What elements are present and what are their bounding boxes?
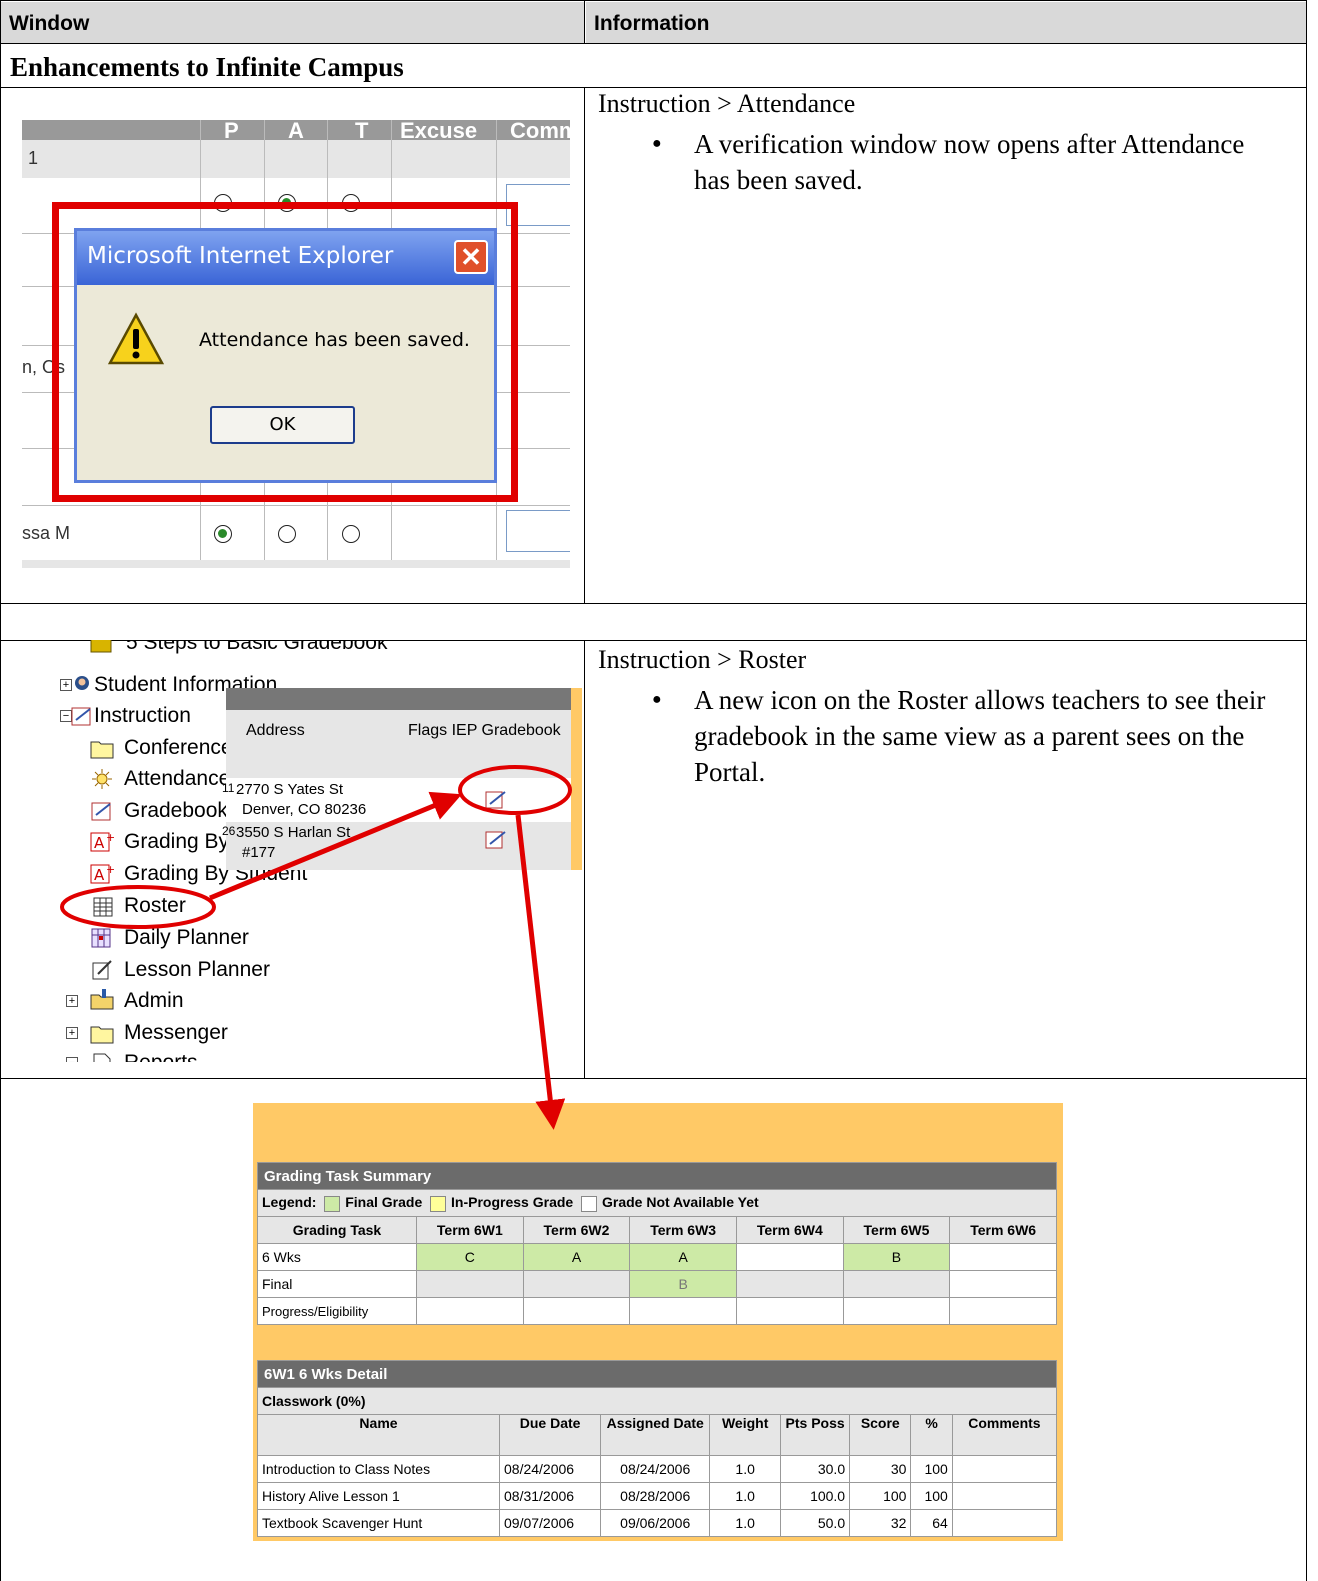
- annotation-overlay: [60, 765, 572, 1130]
- arrow-icon-to-gradebook: [515, 814, 566, 1130]
- roster-highlight-ellipse: [60, 885, 216, 929]
- arrow-roster-to-icon: [209, 791, 462, 901]
- gradebook-icon-highlight-ellipse: [458, 765, 572, 815]
